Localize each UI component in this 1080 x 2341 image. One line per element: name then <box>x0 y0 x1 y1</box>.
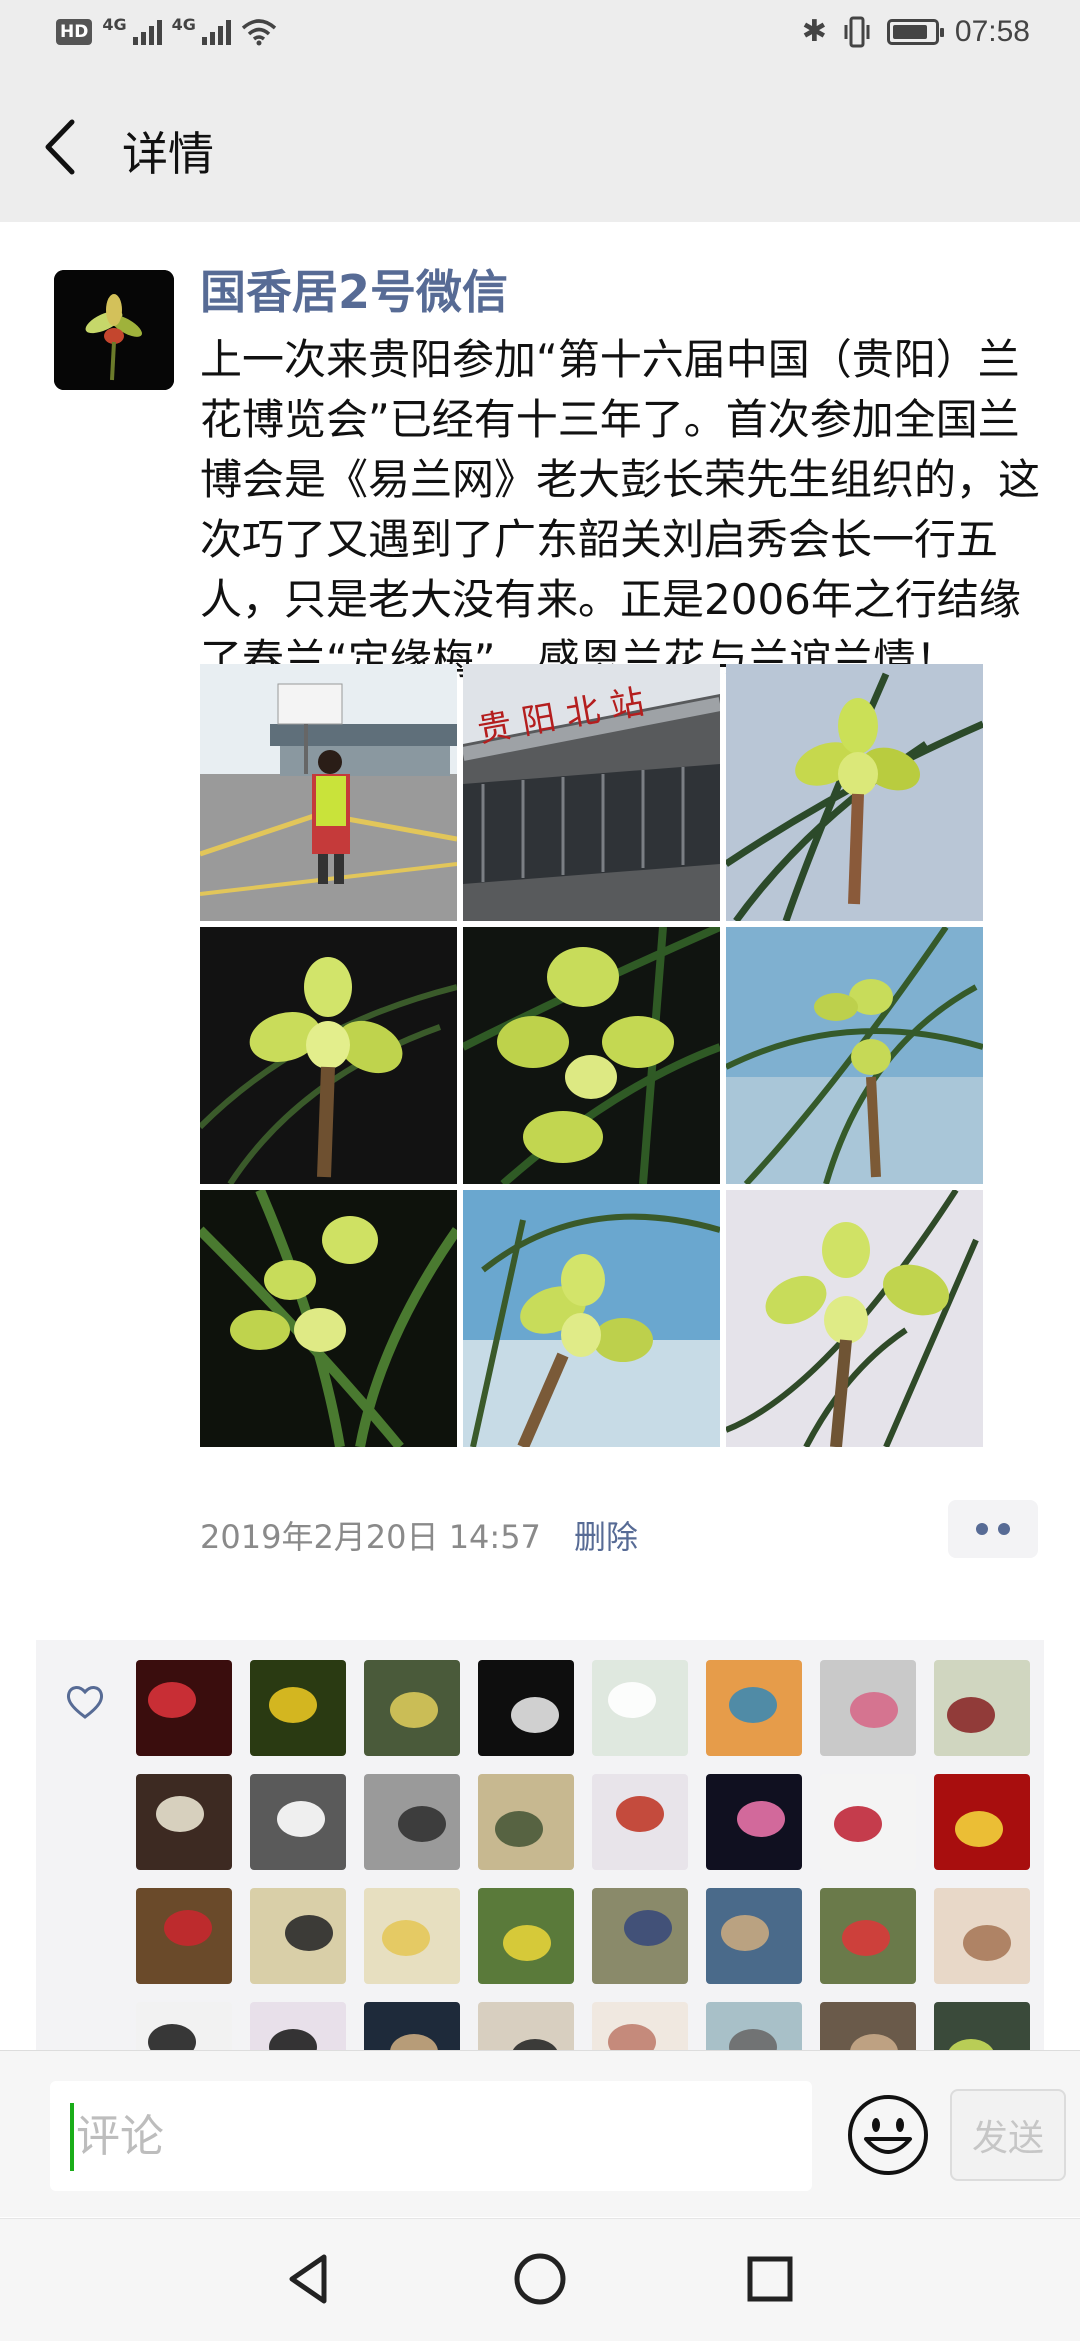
liker-avatar[interactable] <box>592 1888 688 1984</box>
send-button[interactable]: 发送 <box>950 2089 1066 2181</box>
photo-orchid-3[interactable] <box>726 664 983 921</box>
page-title: 详情 <box>122 127 214 181</box>
vibrate-icon <box>844 16 870 47</box>
liker-avatar[interactable] <box>136 1660 232 1756</box>
clock: 07:58 <box>954 14 1030 48</box>
network-type-label: 4G <box>102 14 127 34</box>
signal-icon <box>132 19 162 45</box>
liker-avatar[interactable] <box>136 1888 232 1984</box>
photo-orchid-6[interactable] <box>726 927 983 1184</box>
emoji-icon[interactable] <box>846 2093 930 2177</box>
liker-avatar[interactable] <box>592 1774 688 1870</box>
liker-avatar[interactable] <box>478 1774 574 1870</box>
battery-level <box>892 24 927 39</box>
comment-bar: 发送 <box>0 2050 1080 2217</box>
liker-avatar[interactable] <box>478 1888 574 1984</box>
photo-guiyang-north-station[interactable]: 贵 阳 北 站 <box>463 664 720 921</box>
more-options-button[interactable] <box>948 1500 1038 1558</box>
liker-avatar[interactable] <box>250 1774 346 1870</box>
liker-avatar[interactable] <box>592 1660 688 1756</box>
post-content: 上一次来贵阳参加“第十六届中国（贵阳）兰花博览会”已经有十三年了。首次参加全国兰… <box>200 335 1041 684</box>
photo-orchid-8[interactable] <box>463 1190 720 1447</box>
likes-panel <box>36 1640 1044 2060</box>
status-left: HD 4G 4G <box>56 14 277 46</box>
comment-input[interactable] <box>50 2081 812 2191</box>
liker-avatar[interactable] <box>820 1660 916 1756</box>
photo-orchid-4[interactable] <box>200 927 457 1184</box>
dot-icon <box>976 1523 988 1535</box>
liker-avatar[interactable] <box>136 1774 232 1870</box>
liker-avatar[interactable] <box>250 1660 346 1756</box>
liker-avatar[interactable] <box>820 1888 916 1984</box>
battery-icon <box>886 18 944 45</box>
recents-square-icon[interactable] <box>738 2247 802 2311</box>
author-avatar[interactable] <box>54 270 174 390</box>
photo-grid: 贵 阳 北 站 <box>200 664 997 1448</box>
signal-icon <box>201 19 231 45</box>
liker-avatar[interactable] <box>478 1660 574 1756</box>
navbar: 详情 <box>0 72 1080 222</box>
back-arrow-icon[interactable] <box>36 118 84 176</box>
orchid-avatar-image <box>54 270 174 390</box>
photo-orchid-9[interactable] <box>726 1190 983 1447</box>
status-bar: HD 4G 4G ✱ 07:58 <box>0 0 1080 72</box>
author-name[interactable]: 国香居2号微信 <box>200 256 508 322</box>
text-cursor <box>70 2103 74 2171</box>
liker-avatar[interactable] <box>706 1660 802 1756</box>
post-timestamp: 2019年2月20日 14:57 <box>200 1518 541 1556</box>
delete-link[interactable]: 删除 <box>574 1512 638 1558</box>
status-right: ✱ 07:58 <box>802 14 1030 49</box>
liker-avatar[interactable] <box>934 1774 1030 1870</box>
liker-avatar[interactable] <box>364 1774 460 1870</box>
bluetooth-icon: ✱ <box>801 14 827 49</box>
liker-avatar[interactable] <box>934 1660 1030 1756</box>
network-type-label: 4G <box>171 14 196 34</box>
dot-icon <box>998 1523 1010 1535</box>
heart-icon <box>66 1686 104 1719</box>
photo-orchid-7[interactable] <box>200 1190 457 1447</box>
back-triangle-icon[interactable] <box>278 2247 342 2311</box>
liker-avatar[interactable] <box>250 1888 346 1984</box>
photo-orchid-5[interactable] <box>463 927 720 1184</box>
home-circle-icon[interactable] <box>508 2247 572 2311</box>
liker-avatar[interactable] <box>706 1888 802 1984</box>
liker-avatar-grid <box>136 1660 1030 2060</box>
liker-avatar[interactable] <box>364 1660 460 1756</box>
liker-avatar[interactable] <box>934 1888 1030 1984</box>
wifi-icon <box>241 19 277 46</box>
liker-avatar[interactable] <box>706 1774 802 1870</box>
photo-woman-at-station[interactable] <box>200 664 457 921</box>
liker-avatar[interactable] <box>364 1888 460 1984</box>
liker-avatar[interactable] <box>820 1774 916 1870</box>
system-navigation-bar <box>0 2218 1080 2341</box>
hd-badge: HD <box>56 19 93 45</box>
